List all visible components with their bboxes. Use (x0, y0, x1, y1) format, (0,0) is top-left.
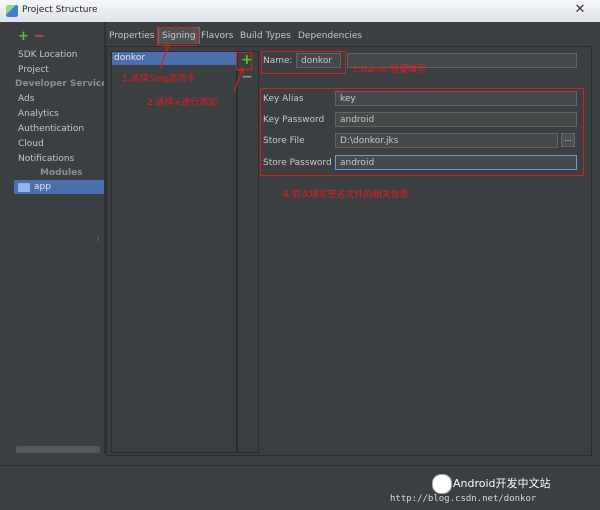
modules-header: Modules (40, 168, 83, 178)
annotation-step3: 3.Name:随便填写 (352, 65, 427, 75)
tab-build-types[interactable]: Build Types (240, 28, 291, 44)
sidebar-item-label: app (34, 182, 51, 192)
annotation-step2: 2.选择+进行添加 (147, 98, 218, 108)
tab-dependencies[interactable]: Dependencies (298, 28, 362, 44)
watermark-brand: Android开发中文站 (453, 477, 551, 490)
tab-properties[interactable]: Properties (109, 28, 154, 44)
annotation-box-name (261, 51, 346, 74)
window-titlebar: Project Structure ✕ (0, 0, 600, 23)
splitter-grip-icon[interactable]: ⁞ (97, 235, 99, 243)
remove-config-icon[interactable]: − (241, 70, 253, 84)
annotation-step4: 4.依次填写签名文件的相关信息 (283, 190, 409, 200)
sidebar-item-analytics[interactable]: Analytics (18, 107, 59, 121)
footer-separator (0, 465, 600, 466)
sidebar-item-app[interactable]: app (14, 180, 104, 194)
sidebar-item-ads[interactable]: Ads (18, 92, 34, 106)
sidebar-scrollbar[interactable] (16, 446, 100, 453)
app-icon (6, 5, 18, 17)
sidebar-item-sdk-location[interactable]: SDK Location (18, 48, 77, 62)
folder-icon (18, 183, 30, 192)
wechat-logo-icon (432, 474, 452, 494)
close-icon[interactable]: ✕ (568, 1, 592, 19)
annotation-step1: 1.选择Sing选项卡 (122, 74, 196, 84)
sidebar-item-project[interactable]: Project (18, 63, 49, 77)
window-title: Project Structure (22, 5, 98, 15)
sidebar-item-authentication[interactable]: Authentication (18, 122, 84, 136)
sidebar-item-cloud[interactable]: Cloud (18, 137, 44, 151)
sidebar: + − SDK Location Project Developer Servi… (8, 28, 113, 453)
annotation-box-signing-tab (157, 27, 197, 46)
tab-flavors[interactable]: Flavors (201, 28, 233, 44)
remove-icon[interactable]: − (34, 30, 45, 43)
add-icon[interactable]: + (18, 30, 29, 43)
developer-services-header: Developer Services (15, 79, 113, 89)
sidebar-item-notifications[interactable]: Notifications (18, 152, 74, 166)
list-toolbar: + − (237, 51, 259, 453)
signing-config-list: donkor (111, 51, 237, 453)
list-item[interactable]: donkor (112, 52, 236, 65)
annotation-box-add-button (236, 52, 252, 70)
annotation-box-fields (260, 88, 584, 176)
watermark-url: http://blog.csdn.net/donkor (390, 494, 537, 504)
